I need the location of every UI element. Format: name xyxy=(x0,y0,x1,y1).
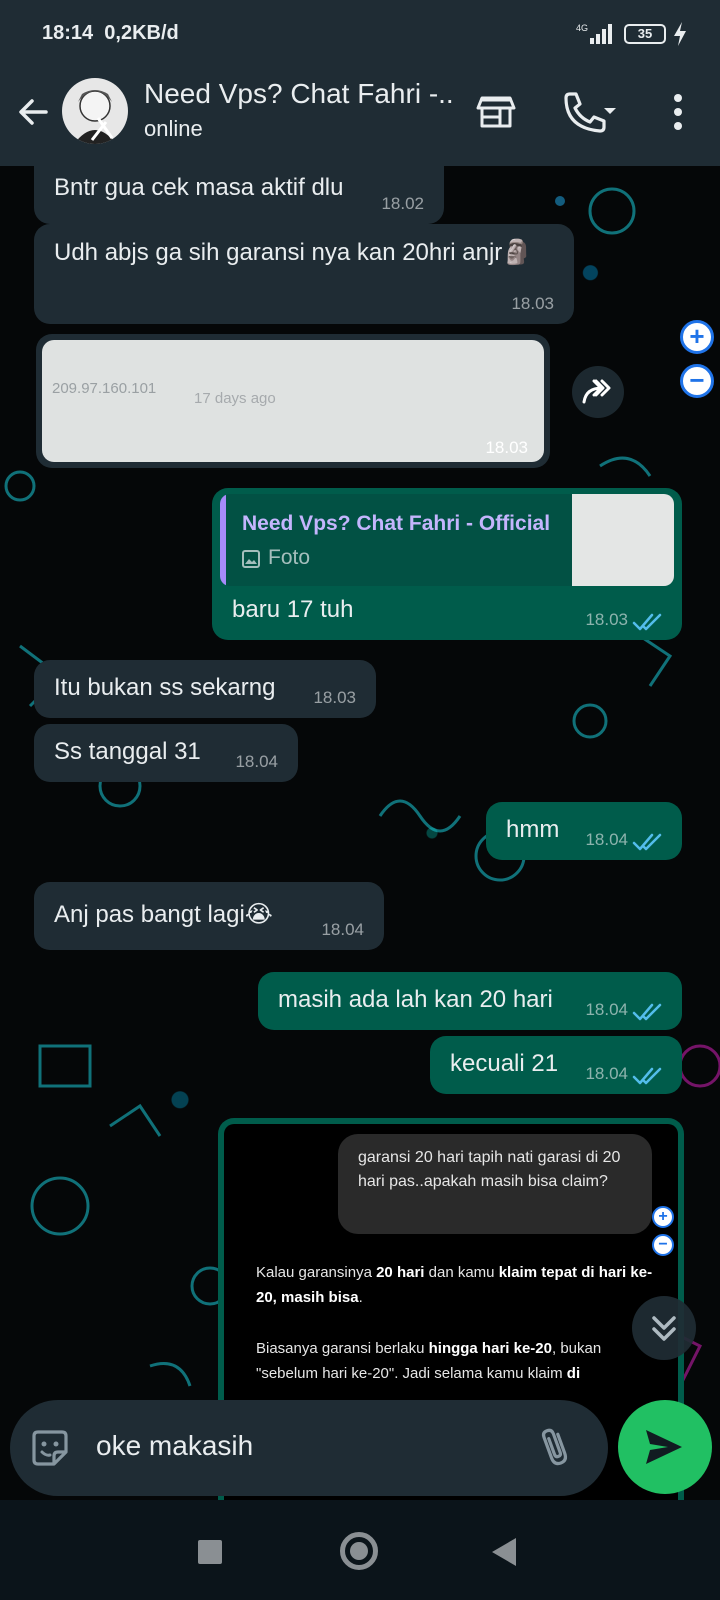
avatar[interactable] xyxy=(62,78,128,144)
screenshot-answer-1: Kalau garansinya 20 hari dan kamu klaim … xyxy=(256,1264,653,1306)
message-text: masih ada lah kan 20 hari xyxy=(278,986,553,1013)
photo-icon xyxy=(242,550,260,568)
message-time: 18.04 xyxy=(585,1064,628,1083)
read-receipt-icon xyxy=(632,833,662,851)
forward-icon xyxy=(582,379,611,404)
nav-back-icon[interactable] xyxy=(492,1538,516,1566)
image-preview[interactable]: 209.97.160.101 17 days ago xyxy=(42,340,544,462)
store-icon[interactable] xyxy=(474,90,518,134)
chat-area[interactable]: Bntr gua cek masa aktif dlu 18.02 Udh ab… xyxy=(0,166,720,1500)
message-time: 18.04 xyxy=(321,920,364,939)
message-outgoing-reply[interactable]: Need Vps? Chat Fahri - Official Foto bar… xyxy=(212,488,682,640)
image-text: 17 days ago xyxy=(194,390,276,407)
battery-icon: 35 xyxy=(624,24,666,44)
message-incoming[interactable]: Itu bukan ss sekarng 18.03 xyxy=(34,660,376,718)
message-time: 18.03 xyxy=(585,610,628,629)
screenshot-question: garansi 20 hari tapih nati garasi di 20 … xyxy=(338,1134,652,1234)
read-receipt-icon xyxy=(632,1067,662,1085)
message-input[interactable]: oke makasih xyxy=(96,1430,253,1462)
screenshot-zoom-out-icon: − xyxy=(652,1234,674,1256)
message-time: 18.04 xyxy=(585,1000,628,1019)
zoom-in-button[interactable]: + xyxy=(680,320,714,354)
message-text: baru 17 tuh xyxy=(232,596,354,623)
read-receipt-icon xyxy=(632,613,662,631)
screenshot-answer-2: Biasanya garansi berlaku hingga hari ke-… xyxy=(256,1340,602,1382)
message-text: Bntr gua cek masa aktif dlu xyxy=(54,174,344,201)
message-text: hmm xyxy=(506,816,560,843)
signal-icon: 4G xyxy=(576,23,612,44)
message-text: Itu bukan ss sekarng xyxy=(54,674,276,701)
message-incoming[interactable]: Ss tanggal 31 18.04 xyxy=(34,724,298,782)
message-time: 18.03 xyxy=(485,438,528,457)
message-outgoing[interactable]: hmm 18.04 xyxy=(486,802,682,860)
contact-name[interactable]: Need Vps? Chat Fahri -... xyxy=(144,78,454,110)
image-message[interactable]: 209.97.160.101 17 days ago 18.03 xyxy=(36,334,550,468)
message-incoming[interactable]: Bntr gua cek masa aktif dlu 18.02 xyxy=(34,166,444,224)
charging-icon xyxy=(674,22,686,46)
status-time: 18:14 0,2KB/d xyxy=(42,22,179,44)
message-time: 18.02 xyxy=(381,194,424,213)
message-text: kecuali 21 xyxy=(450,1050,559,1077)
message-time: 18.04 xyxy=(585,830,628,849)
message-text: Ss tanggal 31 xyxy=(54,738,201,765)
read-receipt-icon xyxy=(632,1003,662,1021)
message-composer[interactable]: oke makasih xyxy=(10,1400,608,1496)
image-text: 209.97.160.101 xyxy=(52,380,157,397)
send-icon xyxy=(646,1430,682,1464)
double-chevron-down-icon xyxy=(652,1316,676,1341)
svg-text:4G: 4G xyxy=(576,23,588,33)
contact-status: online xyxy=(144,116,203,141)
home-icon[interactable] xyxy=(340,1532,378,1570)
forward-button[interactable] xyxy=(572,366,624,418)
send-button[interactable] xyxy=(618,1400,712,1494)
message-incoming[interactable]: Udh abjs ga sih garansi nya kan 20hri an… xyxy=(34,224,574,324)
recents-icon[interactable] xyxy=(198,1540,222,1564)
message-outgoing[interactable]: masih ada lah kan 20 hari 18.04 xyxy=(258,972,682,1030)
back-arrow-icon[interactable] xyxy=(14,92,54,132)
quoted-message[interactable]: Need Vps? Chat Fahri - Official Foto xyxy=(220,494,674,586)
message-time: 18.03 xyxy=(511,294,554,313)
call-icon[interactable] xyxy=(560,90,620,134)
attach-icon[interactable] xyxy=(538,1424,572,1470)
zoom-out-button[interactable]: − xyxy=(680,364,714,398)
sticker-icon[interactable] xyxy=(30,1428,70,1468)
quote-type: Foto xyxy=(268,546,311,569)
message-incoming[interactable]: Anj pas bangt lagi😭 18.04 xyxy=(34,882,384,950)
message-text: Anj pas bangt lagi😭 xyxy=(54,901,273,928)
scroll-to-bottom-button[interactable] xyxy=(632,1296,696,1360)
message-text: Udh abjs ga sih garansi nya kan 20hri an… xyxy=(54,239,533,266)
system-nav-bar xyxy=(0,1500,720,1600)
more-vert-icon[interactable] xyxy=(668,90,688,134)
message-outgoing[interactable]: kecuali 21 18.04 xyxy=(430,1036,682,1094)
chat-header: Need Vps? Chat Fahri -... online xyxy=(0,70,720,166)
quote-thumbnail xyxy=(572,494,674,586)
message-time: 18.04 xyxy=(235,752,278,771)
screenshot-zoom-in-icon: + xyxy=(652,1206,674,1228)
status-bar: 18:14 0,2KB/d 4G 35 xyxy=(0,0,720,70)
quote-sender: Need Vps? Chat Fahri - Official xyxy=(242,512,551,535)
quote-bar xyxy=(220,494,226,586)
message-time: 18.03 xyxy=(313,688,356,707)
